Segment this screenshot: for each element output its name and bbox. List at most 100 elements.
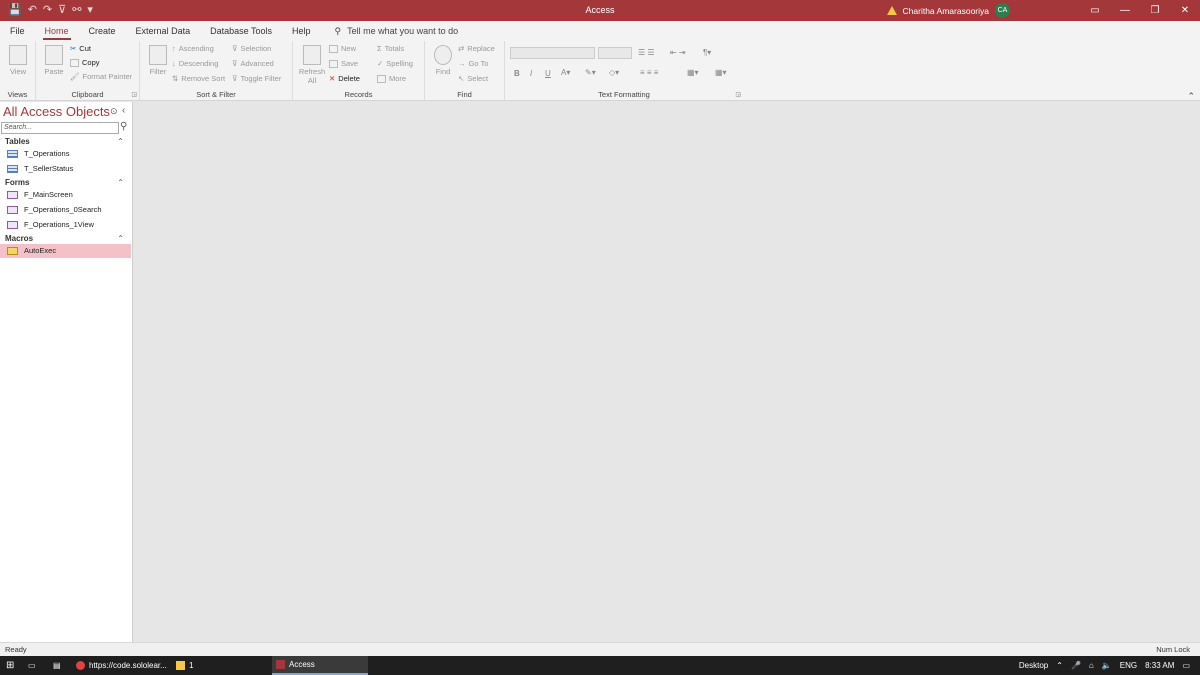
browser-taskbar-item[interactable]: https://code.sololear... xyxy=(72,656,168,675)
notifications-icon[interactable]: ▭ xyxy=(1182,661,1190,670)
tab-home[interactable]: Home xyxy=(35,21,79,41)
tab-help[interactable]: Help xyxy=(282,21,321,41)
avatar[interactable]: CA xyxy=(995,3,1010,18)
tab-create[interactable]: Create xyxy=(79,21,126,41)
list-item[interactable]: T_SellerStatus xyxy=(0,162,131,176)
new-record-button[interactable]: New xyxy=(329,44,356,53)
tab-external-data[interactable]: External Data xyxy=(126,21,201,41)
copy-icon xyxy=(70,58,79,67)
list-item[interactable]: AutoExec xyxy=(0,244,131,258)
save-record-button[interactable]: Save xyxy=(329,59,358,68)
filter-button[interactable]: Filter xyxy=(144,45,172,76)
gridlines-icon[interactable]: ▦▾ xyxy=(715,68,727,77)
highlight-icon[interactable]: ✎▾ xyxy=(585,68,596,77)
restore-button[interactable]: ❐ xyxy=(1140,0,1170,21)
selection-button[interactable]: ⊽ Selection xyxy=(232,44,271,53)
collapse-ribbon-icon[interactable]: ⌃ xyxy=(1187,91,1195,102)
list-item[interactable]: T_Operations xyxy=(0,147,131,161)
toggle-filter-button[interactable]: ⊽ Toggle Filter xyxy=(232,74,281,83)
dialog-launcher-icon[interactable]: ◲ xyxy=(735,91,741,98)
toggle-filter-label: Toggle Filter xyxy=(240,74,282,83)
paste-button[interactable]: Paste xyxy=(40,45,68,76)
bold-button[interactable]: B xyxy=(514,69,520,78)
copy-button[interactable]: Copy xyxy=(70,58,100,67)
list-item[interactable]: F_Operations_0Search xyxy=(0,203,131,217)
views-group-label: Views xyxy=(7,90,28,99)
folder-icon xyxy=(176,661,185,670)
table-icon xyxy=(7,165,18,173)
records-group-label: Records xyxy=(344,90,373,99)
calculator-button[interactable]: ▤ xyxy=(53,656,61,675)
clock[interactable]: 8:33 AM xyxy=(1145,661,1174,670)
cut-button[interactable]: ✂ Cut xyxy=(70,44,91,53)
tell-me-box[interactable]: ⚲ Tell me what you want to do xyxy=(334,26,458,37)
save-record-icon xyxy=(329,59,338,68)
dialog-launcher-icon[interactable]: ◲ xyxy=(131,91,137,98)
font-color-icon[interactable]: A▾ xyxy=(561,68,570,77)
search-icon[interactable]: ⚲ xyxy=(120,121,131,134)
replace-button[interactable]: ⇄ Replace xyxy=(458,44,495,53)
spelling-button[interactable]: ✓ Spelling xyxy=(377,59,413,68)
section-label: Forms xyxy=(5,178,30,187)
remove-sort-icon: ⇅ xyxy=(172,74,179,83)
funnel-icon xyxy=(149,45,167,65)
indent-icon[interactable]: ⇤ ⇥ xyxy=(670,48,686,57)
bullets-icon[interactable]: ☰ ☰ xyxy=(638,48,655,57)
list-item[interactable]: F_MainScreen xyxy=(0,188,131,202)
totals-label: Totals xyxy=(384,44,405,53)
magnifier-icon xyxy=(434,45,452,65)
start-button[interactable]: ⊞ xyxy=(6,656,14,675)
find-label: Find xyxy=(435,67,451,76)
save-label: Save xyxy=(341,59,359,68)
ribbon-display-options-icon[interactable]: ▭ xyxy=(1080,0,1110,21)
tab-database-tools[interactable]: Database Tools xyxy=(200,21,282,41)
goto-button[interactable]: → Go To xyxy=(458,59,488,68)
descending-button[interactable]: ↓ Descending xyxy=(172,59,218,68)
nav-pane-title[interactable]: All Access Objects xyxy=(3,104,110,119)
form-icon xyxy=(7,206,18,214)
access-taskbar-item[interactable]: Access xyxy=(272,656,368,675)
collapse-nav-icon[interactable]: ‹ xyxy=(122,105,125,116)
replace-label: Replace xyxy=(467,44,495,53)
align-icons[interactable]: ≡ ≡ ≡ xyxy=(640,68,658,77)
paragraph-icon[interactable]: ¶▾ xyxy=(703,48,711,57)
warning-icon[interactable] xyxy=(886,6,897,15)
window-title: Access xyxy=(585,5,615,15)
tab-file[interactable]: File xyxy=(0,21,35,41)
explorer-taskbar-item[interactable]: 1 xyxy=(172,656,268,675)
delete-button[interactable]: ✕ Delete xyxy=(329,74,360,83)
nav-menu-icon[interactable]: ⊙ xyxy=(110,106,118,117)
alternate-row-icon[interactable]: ▦▾ xyxy=(687,68,699,77)
find-button[interactable]: Find xyxy=(429,45,457,76)
volume-icon[interactable]: 🔈 xyxy=(1102,661,1112,670)
view-button[interactable]: View xyxy=(4,45,32,76)
item-label: T_Operations xyxy=(24,149,70,158)
minimize-button[interactable]: — xyxy=(1110,0,1140,21)
chevron-up-icon[interactable]: ⌃ xyxy=(1056,661,1063,670)
selection-icon: ⊽ xyxy=(232,44,238,53)
section-label: Macros xyxy=(5,234,34,243)
task-view-button[interactable]: ▭ xyxy=(28,656,36,675)
italic-button[interactable]: I xyxy=(530,69,532,78)
account-area[interactable]: Charitha Amarasooriya CA xyxy=(886,2,1010,19)
underline-button[interactable]: U xyxy=(545,69,551,78)
format-painter-button[interactable]: 🖌 Format Painter xyxy=(70,72,132,81)
font-name-dropdown[interactable] xyxy=(510,47,595,59)
remove-sort-button[interactable]: ⇅ Remove Sort xyxy=(172,74,225,83)
close-button[interactable]: ✕ xyxy=(1170,0,1200,21)
refresh-all-button[interactable]: Refresh All xyxy=(298,45,326,85)
more-button[interactable]: More xyxy=(377,74,406,83)
list-item[interactable]: F_Operations_1View xyxy=(0,218,131,232)
select-button[interactable]: ↖ Select xyxy=(458,74,488,83)
font-size-dropdown[interactable] xyxy=(598,47,632,59)
search-input[interactable]: Search... xyxy=(1,122,119,134)
desktop-toolbar[interactable]: Desktop xyxy=(1019,661,1048,670)
language-indicator[interactable]: ENG xyxy=(1120,661,1137,670)
microphone-icon[interactable]: 🎤 xyxy=(1071,661,1081,670)
totals-button[interactable]: Σ Totals xyxy=(377,44,404,53)
network-icon[interactable]: ⌂ xyxy=(1089,661,1094,670)
access-label: Access xyxy=(289,660,315,669)
fill-color-icon[interactable]: ◇▾ xyxy=(609,68,619,77)
advanced-button[interactable]: ⊽ Advanced xyxy=(232,59,274,68)
ascending-button[interactable]: ↑ Ascending xyxy=(172,44,214,53)
